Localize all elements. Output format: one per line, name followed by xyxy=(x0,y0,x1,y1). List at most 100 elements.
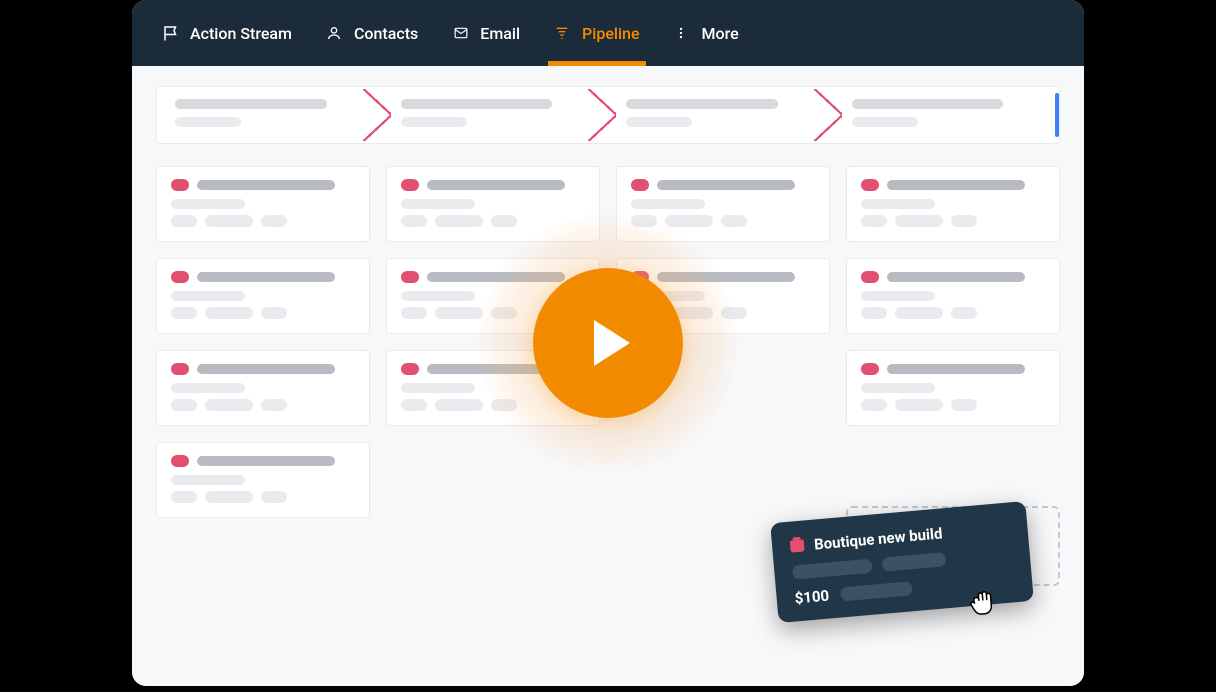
placeholder-line xyxy=(401,117,467,127)
deal-badge xyxy=(401,271,419,283)
deal-card[interactable] xyxy=(156,258,370,334)
placeholder-chip xyxy=(840,581,913,601)
placeholder-chip xyxy=(721,215,747,227)
nav-contacts[interactable]: Contacts xyxy=(326,0,418,66)
deal-badge xyxy=(861,179,879,191)
placeholder-line xyxy=(887,272,1025,282)
nav-label: Pipeline xyxy=(582,24,639,43)
deal-card[interactable] xyxy=(156,166,370,242)
placeholder-line xyxy=(626,117,692,127)
placeholder-chip xyxy=(895,399,943,411)
placeholder-chip xyxy=(861,215,887,227)
placeholder-line xyxy=(197,180,335,190)
deal-amount: $100 xyxy=(794,587,830,608)
placeholder-chip xyxy=(951,307,977,319)
placeholder-chip xyxy=(895,307,943,319)
deal-card[interactable] xyxy=(846,350,1060,426)
deal-title: Boutique new build xyxy=(813,524,943,553)
placeholder-chip xyxy=(861,399,887,411)
placeholder-line xyxy=(401,383,475,393)
nav-more[interactable]: More xyxy=(674,0,739,66)
placeholder-line xyxy=(171,199,245,209)
deal-badge xyxy=(861,363,879,375)
play-video-overlay[interactable] xyxy=(478,213,738,473)
deal-card[interactable] xyxy=(156,350,370,426)
placeholder-chip xyxy=(882,552,947,572)
deal-badge xyxy=(401,363,419,375)
placeholder-chip xyxy=(951,399,977,411)
nav-label: Contacts xyxy=(354,24,418,43)
placeholder-line xyxy=(887,180,1025,190)
top-nav: Action Stream Contacts Email Pipeline Mo xyxy=(132,0,1084,66)
placeholder-chip xyxy=(401,307,427,319)
placeholder-line xyxy=(171,383,245,393)
placeholder-chip xyxy=(401,399,427,411)
pipeline-stage[interactable] xyxy=(834,87,1060,143)
placeholder-line xyxy=(626,99,778,109)
app-window: Action Stream Contacts Email Pipeline Mo xyxy=(132,0,1084,686)
pipeline-stage[interactable] xyxy=(608,87,834,143)
nav-action-stream[interactable]: Action Stream xyxy=(162,0,292,66)
placeholder-line xyxy=(171,291,245,301)
placeholder-line xyxy=(171,475,245,485)
placeholder-line xyxy=(197,364,335,374)
envelope-icon xyxy=(452,24,470,42)
placeholder-line xyxy=(401,291,475,301)
flag-icon xyxy=(162,24,180,42)
placeholder-chip xyxy=(205,215,253,227)
play-button[interactable] xyxy=(533,268,683,418)
placeholder-line xyxy=(427,180,565,190)
placeholder-chip xyxy=(895,215,943,227)
pipeline-stage[interactable] xyxy=(157,87,383,143)
placeholder-chip xyxy=(435,399,483,411)
deal-card[interactable] xyxy=(156,442,370,518)
person-icon xyxy=(326,24,344,42)
deal-card[interactable] xyxy=(846,166,1060,242)
placeholder-chip xyxy=(205,307,253,319)
dots-vertical-icon xyxy=(674,24,692,42)
placeholder-chip xyxy=(205,491,253,503)
placeholder-chip xyxy=(171,215,197,227)
placeholder-chip xyxy=(171,399,197,411)
deal-badge xyxy=(401,179,419,191)
placeholder-line xyxy=(852,117,918,127)
placeholder-chip xyxy=(205,399,253,411)
placeholder-chip xyxy=(861,307,887,319)
grab-cursor-icon xyxy=(964,583,999,622)
pipeline-stage-header xyxy=(156,86,1060,144)
placeholder-line xyxy=(175,99,327,109)
placeholder-chip xyxy=(261,215,287,227)
placeholder-chip xyxy=(435,307,483,319)
placeholder-chip xyxy=(171,307,197,319)
pipeline-column xyxy=(846,166,1060,518)
placeholder-line xyxy=(887,364,1025,374)
placeholder-chip xyxy=(491,215,517,227)
pipeline-stage[interactable] xyxy=(383,87,609,143)
placeholder-chip xyxy=(792,559,873,580)
nav-pipeline[interactable]: Pipeline xyxy=(554,0,639,66)
placeholder-line xyxy=(852,99,1004,109)
placeholder-chip xyxy=(951,215,977,227)
placeholder-line xyxy=(657,180,795,190)
placeholder-line xyxy=(197,456,335,466)
deal-card[interactable] xyxy=(846,258,1060,334)
placeholder-chip xyxy=(171,491,197,503)
nav-label: More xyxy=(702,24,739,43)
placeholder-chip xyxy=(261,307,287,319)
deal-badge xyxy=(861,271,879,283)
placeholder-line xyxy=(861,383,935,393)
placeholder-line xyxy=(861,291,935,301)
placeholder-line xyxy=(175,117,241,127)
placeholder-chip xyxy=(435,215,483,227)
deal-badge xyxy=(631,179,649,191)
deal-badge xyxy=(171,271,189,283)
placeholder-line xyxy=(197,272,335,282)
funnel-icon xyxy=(554,24,572,42)
nav-label: Email xyxy=(480,24,520,43)
placeholder-chip xyxy=(665,215,713,227)
deal-badge xyxy=(171,363,189,375)
nav-email[interactable]: Email xyxy=(452,0,520,66)
placeholder-line xyxy=(631,199,705,209)
deal-badge xyxy=(171,179,189,191)
briefcase-icon xyxy=(790,539,805,552)
